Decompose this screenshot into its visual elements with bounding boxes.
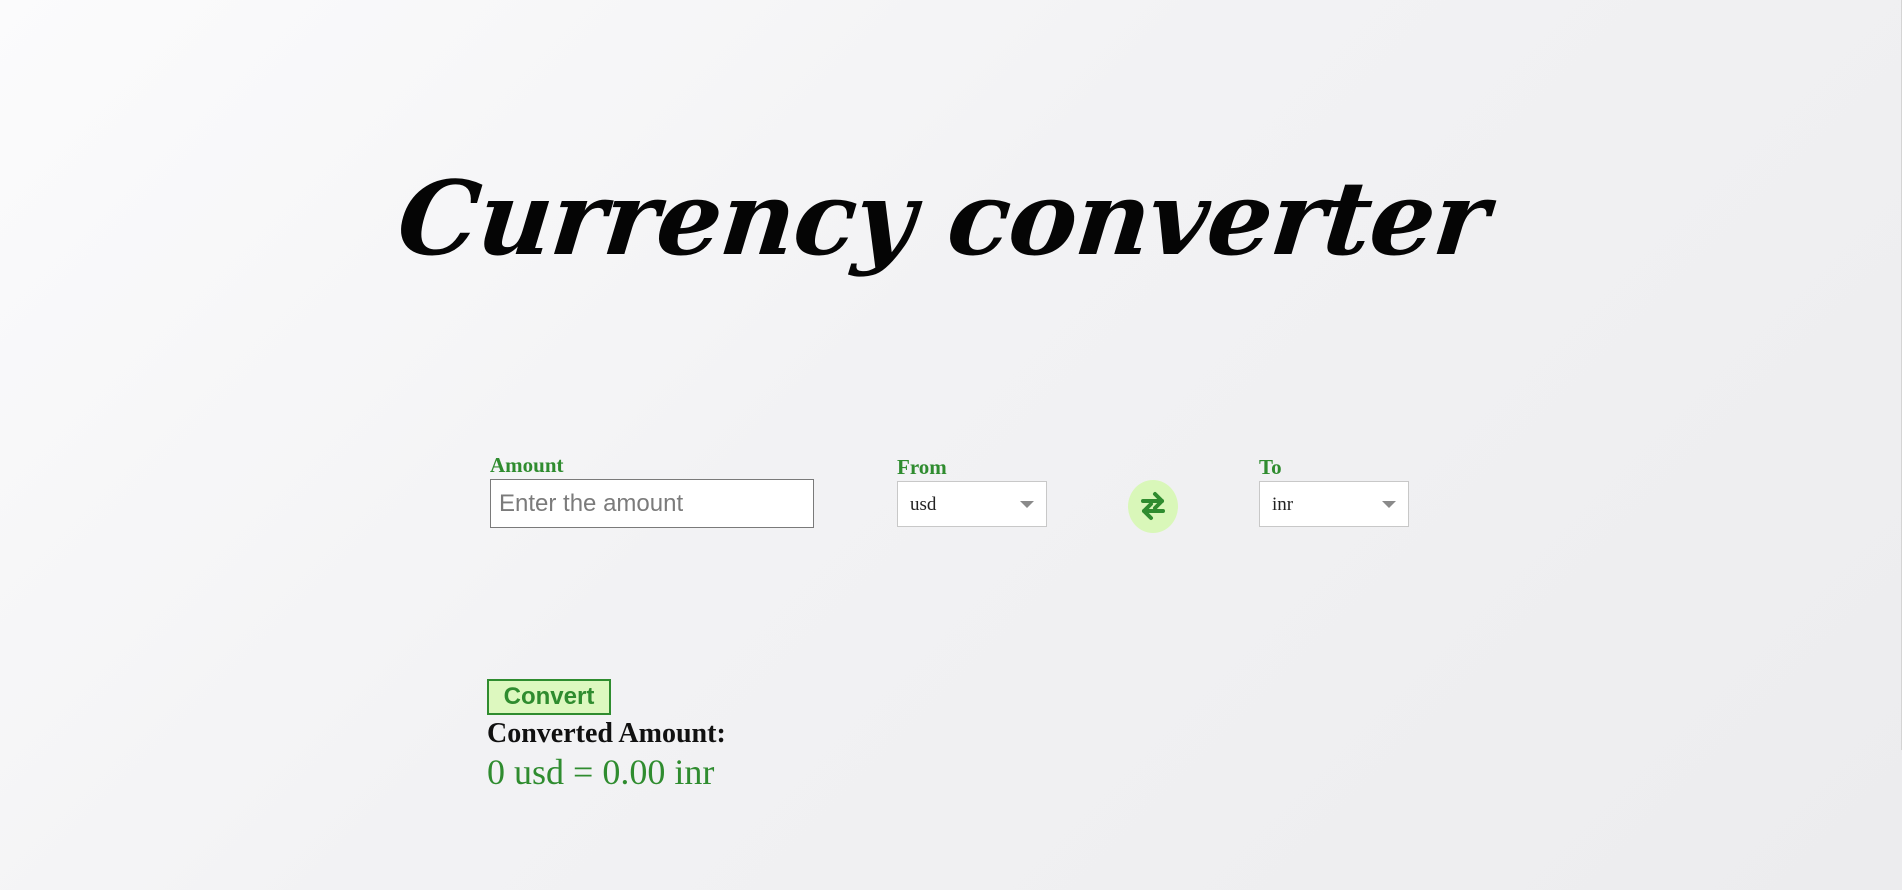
converted-amount-heading: Converted Amount: — [487, 718, 726, 749]
amount-input[interactable] — [490, 479, 814, 528]
amount-label: Amount — [490, 453, 564, 477]
from-currency-value: usd — [910, 494, 937, 515]
to-currency-value: inr — [1272, 494, 1294, 515]
to-label: To — [1259, 455, 1282, 479]
swap-arrows-icon — [1141, 492, 1165, 520]
convert-button[interactable]: Convert — [487, 679, 611, 715]
from-currency-select[interactable]: usd — [897, 481, 1047, 527]
converted-amount-value: 0 usd = 0.00 inr — [487, 752, 715, 792]
chevron-down-icon — [1020, 501, 1034, 508]
page-title: Currency converter — [392, 159, 1494, 279]
to-currency-select[interactable]: inr — [1259, 481, 1409, 527]
from-label: From — [897, 455, 947, 479]
swap-button[interactable] — [1128, 480, 1178, 533]
currency-converter-page: Currency converter Amount From usd To in… — [0, 0, 1902, 890]
chevron-down-icon — [1382, 501, 1396, 508]
